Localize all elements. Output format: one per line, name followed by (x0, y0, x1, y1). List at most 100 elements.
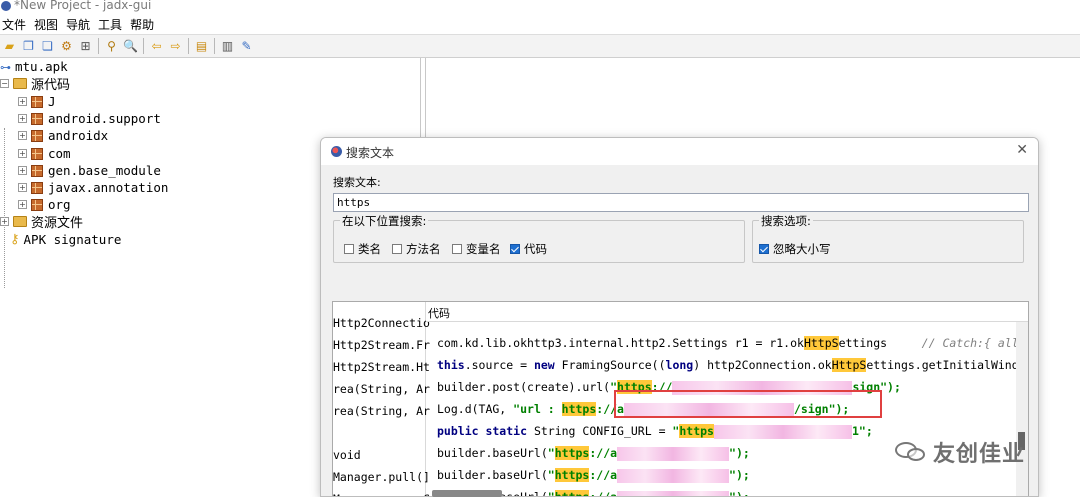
wechat-icon (893, 438, 929, 466)
tree-source-label: 源代码 (31, 78, 71, 93)
code-text: FramingSource(( (554, 358, 666, 372)
code-string: "); (729, 468, 750, 482)
menu-navigation[interactable]: 导航 (64, 16, 96, 33)
tree-signature-label: APK signature (23, 232, 122, 247)
expand-icon[interactable]: + (0, 217, 9, 226)
package-icon (31, 95, 43, 108)
window-title: *New Project - jadx-gui (14, 0, 152, 12)
expand-icon[interactable]: + (18, 97, 27, 106)
add-files-icon[interactable]: ❐ (21, 38, 37, 54)
result-node[interactable]: Manager.pull(] (333, 466, 430, 488)
expand-icon[interactable]: + (18, 200, 27, 209)
checkbox-field-name[interactable]: 变量名 (452, 241, 501, 257)
tree-package[interactable]: + androidx (18, 127, 108, 144)
expand-icon[interactable]: + (18, 149, 27, 158)
checkbox-method-name[interactable]: 方法名 (392, 241, 441, 257)
tree-package[interactable]: + org (18, 196, 71, 213)
result-code-line[interactable]: this.source = new FramingSource((long) h… (437, 354, 1028, 376)
checkbox-box[interactable] (392, 244, 402, 254)
tree-package[interactable]: + gen.base_module (18, 162, 161, 179)
result-node[interactable]: void (333, 444, 361, 466)
code-comment: // Catch:{ all - (921, 336, 1029, 350)
result-code-line[interactable]: public static String CONFIG_URL = "https… (437, 420, 873, 442)
code-string: 1"; (851, 424, 873, 438)
tree-package[interactable]: + android.support (18, 110, 161, 127)
flatten-icon[interactable]: ⊞ (78, 38, 94, 54)
jadx-app-icon (1, 1, 11, 11)
jadx-dialog-icon (331, 146, 342, 157)
code-keyword: public static (437, 424, 528, 438)
code-text: String CONFIG_URL = (527, 424, 673, 438)
menu-tools[interactable]: 工具 (96, 16, 128, 33)
close-icon[interactable]: ✕ (1016, 142, 1028, 158)
watermark-text: 友创佳业 (933, 442, 1026, 467)
code-keyword: this (437, 358, 465, 372)
back-icon[interactable]: ⇦ (149, 38, 165, 54)
results-node-column: Http2Connectio Http2Stream.Fr Http2Strea… (333, 302, 430, 496)
checkbox-box-checked[interactable] (759, 244, 769, 254)
code-text: ) http2Connection.ok (693, 358, 832, 372)
tree-guide-line (4, 128, 5, 288)
checkbox-box-checked[interactable] (510, 244, 520, 254)
match-highlight: https (554, 468, 590, 482)
save-all-icon[interactable]: ❏ (40, 38, 56, 54)
tree-root[interactable]: ⊶ mtu.apk (0, 58, 68, 75)
package-icon (31, 129, 43, 142)
tree-package[interactable]: + com (18, 145, 71, 162)
key-icon: ⚷ (10, 232, 20, 247)
expand-icon[interactable]: + (18, 166, 27, 175)
open-folder-icon[interactable]: ▰ (2, 38, 18, 54)
tree-package[interactable]: + javax.annotation (18, 179, 168, 196)
results-column-header[interactable]: 代码 (426, 302, 1028, 322)
result-node[interactable]: rea(String, Ar (333, 378, 430, 400)
result-node[interactable]: Http2Stream.Ht (333, 356, 430, 378)
decompile-icon[interactable]: ▥ (220, 38, 236, 54)
tree-package-label: gen.base_module (48, 163, 161, 178)
checkbox-label: 代码 (524, 242, 547, 256)
dialog-header: 搜索文本 ✕ (321, 138, 1038, 165)
result-code-line[interactable]: builder.baseUrl("https://a "); (437, 442, 750, 464)
redacted-area (617, 446, 730, 461)
apk-icon: ⊶ (0, 60, 11, 74)
find-icon[interactable]: ⚲ (104, 38, 120, 54)
tree-package[interactable]: + J (18, 93, 56, 110)
sync-icon[interactable]: ⚙ (59, 38, 75, 54)
tree-resources-label: 资源文件 (31, 216, 84, 231)
search-options-title: 搜索选项: (759, 213, 813, 229)
result-code-line[interactable]: builder.baseUrl("https://a "); (437, 464, 750, 486)
horizontal-scroll-thumb[interactable] (432, 490, 502, 497)
tree-package-label: android.support (48, 111, 161, 126)
checkbox-code[interactable]: 代码 (510, 241, 547, 257)
forward-icon[interactable]: ⇨ (168, 38, 184, 54)
tree-apk-signature[interactable]: ⚷ APK signature (10, 231, 121, 248)
code-text: .source = (464, 358, 534, 372)
log-icon[interactable]: ▤ (194, 38, 210, 54)
checkbox-class-name[interactable]: 类名 (344, 241, 381, 257)
checkbox-box[interactable] (452, 244, 462, 254)
menu-help[interactable]: 帮助 (128, 16, 160, 33)
result-node[interactable]: Http2Stream.Fr (333, 334, 430, 356)
search-options-group: 搜索选项: 忽略大小写 (752, 213, 1024, 263)
search-icon[interactable]: 🔍 (123, 38, 139, 54)
package-icon (31, 181, 43, 194)
tree-source-folder[interactable]: − 源代码 (0, 75, 71, 93)
expand-icon[interactable]: + (18, 131, 27, 140)
result-node[interactable]: rea(String, Ar (333, 400, 430, 422)
checkbox-box[interactable] (344, 244, 354, 254)
menu-file[interactable]: 文件 (0, 16, 32, 33)
preferences-icon[interactable]: ✎ (239, 38, 255, 54)
result-node[interactable]: Manager.queryC (333, 488, 430, 496)
expand-icon[interactable]: + (18, 114, 27, 123)
code-string: ://a (589, 490, 618, 497)
collapse-icon[interactable]: − (0, 79, 9, 88)
menu-view[interactable]: 视图 (32, 16, 64, 33)
result-code-line[interactable]: com.kd.lib.okhttp3.internal.http2.Settin… (437, 332, 1029, 354)
tree-resources-folder[interactable]: + 资源文件 (0, 213, 84, 231)
expand-icon[interactable]: + (18, 183, 27, 192)
checkbox-ignore-case[interactable]: 忽略大小写 (759, 241, 831, 257)
result-node[interactable]: Http2Connectio (333, 312, 430, 334)
search-input[interactable]: https (333, 193, 1029, 212)
checkbox-label: 方法名 (406, 242, 441, 256)
folder-icon (13, 78, 27, 89)
match-highlight: https (554, 446, 590, 460)
